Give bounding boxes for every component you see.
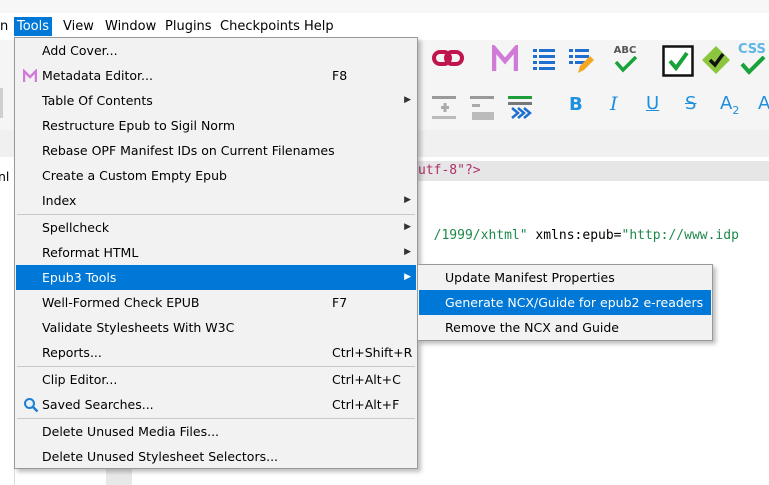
code-line-1: utf-8"?>	[418, 163, 481, 178]
submenu-arrow-icon: ▶	[404, 95, 411, 105]
toolbar-row-1: ABC CSS	[410, 40, 769, 84]
superscript-button-partial[interactable]: A	[758, 93, 769, 114]
menu-item-delete-unused-selectors[interactable]: Delete Unused Stylesheet Selectors...	[16, 444, 416, 469]
tools-menu: Add Cover... Metadata Editor... F8 Table …	[14, 37, 418, 469]
menu-plugins[interactable]: Plugins	[162, 17, 215, 36]
code-epub-attr: xmlns:epub=	[535, 228, 622, 243]
subscript-letter: A	[720, 93, 733, 114]
submenu-item-remove-ncx-guide[interactable]: Remove the NCX and Guide	[419, 315, 711, 340]
bold-button[interactable]: B	[569, 94, 583, 115]
menu-item-reports[interactable]: Reports... Ctrl+Shift+R	[16, 340, 416, 365]
code-epub-value: "http://www.idp	[621, 228, 739, 243]
metadata-m-icon[interactable]	[492, 45, 518, 73]
menu-item-create-empty-epub[interactable]: Create a Custom Empty Epub	[16, 163, 416, 188]
subscript-button[interactable]: A2	[720, 93, 740, 117]
left-divider	[0, 88, 3, 118]
menu-item-validate-stylesheets[interactable]: Validate Stylesheets With W3C	[16, 315, 416, 340]
menu-item-index[interactable]: Index ▶	[16, 188, 416, 213]
magnifier-icon	[24, 398, 39, 413]
submenu-item-generate-ncx-guide[interactable]: Generate NCX/Guide for epub2 e-readers	[419, 290, 711, 315]
toolbar-row-2: B I U S A2 A	[410, 84, 769, 130]
menu-tools[interactable]: Tools	[14, 17, 53, 36]
menu-item-table-of-contents[interactable]: Table Of Contents ▶	[16, 88, 416, 113]
menu-item-reformat-html[interactable]: Reformat HTML ▶	[16, 240, 416, 265]
underline-button[interactable]: U	[646, 93, 659, 114]
validate-css-icon[interactable]: CSS	[738, 43, 769, 77]
menu-bar: n Tools View Window Plugins Checkpoints …	[0, 13, 769, 40]
menu-item-add-cover[interactable]: Add Cover...	[16, 38, 416, 63]
spellcheck-icon[interactable]: ABC	[610, 45, 640, 75]
split-at-cursor-icon[interactable]	[470, 94, 496, 120]
menu-file-partial[interactable]: n	[0, 17, 11, 36]
menu-item-restructure-epub[interactable]: Restructure Epub to Sigil Norm	[16, 113, 416, 138]
link-icon[interactable]	[432, 48, 464, 70]
menu-item-saved-searches[interactable]: Saved Searches... Ctrl+Alt+F	[16, 392, 416, 417]
code-xmlns-value: /1999/xhtml"	[433, 228, 528, 243]
menu-item-spellcheck[interactable]: Spellcheck ▶	[16, 215, 416, 240]
code-line-2: /1999/xhtml" xmlns:epub="http://www.idp	[418, 213, 739, 243]
menu-checkpoints[interactable]: Checkpoints	[217, 17, 303, 36]
menu-item-rebase-opf-ids[interactable]: Rebase OPF Manifest IDs on Current Filen…	[16, 138, 416, 163]
submenu-arrow-icon: ▶	[404, 222, 411, 232]
validate-epub-icon[interactable]	[700, 44, 732, 76]
menu-item-clip-editor[interactable]: Clip Editor... Ctrl+Alt+C	[16, 367, 416, 392]
subscript-number: 2	[732, 104, 740, 117]
menu-item-delete-unused-media[interactable]: Delete Unused Media Files...	[16, 419, 416, 444]
menu-item-well-formed-check[interactable]: Well-Formed Check EPUB F7	[16, 290, 416, 315]
book-browser-edge	[0, 157, 15, 485]
insert-clip-icon[interactable]	[508, 94, 534, 120]
menu-window[interactable]: Window	[102, 17, 159, 36]
submenu-arrow-icon: ▶	[404, 195, 411, 205]
well-formed-check-icon[interactable]	[662, 45, 694, 77]
book-browser-filename: nl	[0, 169, 10, 184]
toc-list-icon[interactable]	[532, 47, 556, 73]
metadata-m-icon	[23, 69, 37, 82]
menu-view[interactable]: View	[60, 17, 97, 36]
window-top-strip	[0, 0, 769, 13]
menu-item-metadata-editor[interactable]: Metadata Editor... F8	[16, 63, 416, 88]
epub3-tools-submenu: Update Manifest Properties Generate NCX/…	[417, 264, 713, 341]
strikethrough-button[interactable]: S	[685, 93, 696, 114]
menu-item-epub3-tools[interactable]: Epub3 Tools ▶	[16, 265, 416, 290]
submenu-arrow-icon: ▶	[404, 272, 411, 282]
split-marker-icon[interactable]	[432, 94, 458, 120]
submenu-item-update-manifest[interactable]: Update Manifest Properties	[419, 265, 711, 290]
italic-button[interactable]: I	[610, 93, 618, 115]
submenu-arrow-icon: ▶	[404, 247, 411, 257]
edit-toc-icon[interactable]	[568, 47, 596, 75]
menu-help[interactable]: Help	[301, 17, 337, 36]
